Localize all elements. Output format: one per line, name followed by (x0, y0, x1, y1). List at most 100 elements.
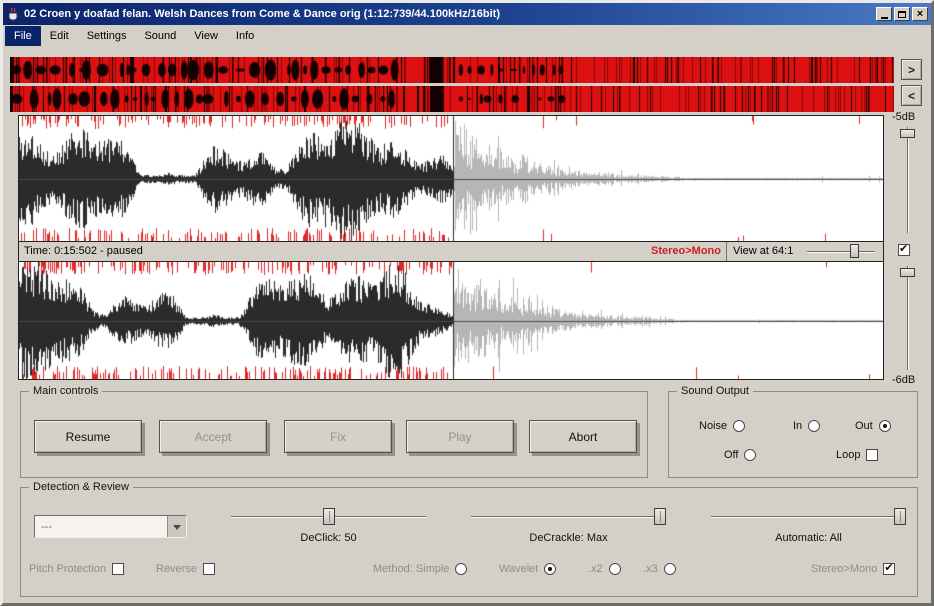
maximize-icon (898, 11, 906, 18)
automatic-slider-track (711, 516, 906, 518)
time-display: Time: 0:15:502 - paused (24, 245, 143, 257)
out-radio[interactable] (879, 420, 891, 432)
decrackle-slider-thumb[interactable] (654, 508, 666, 525)
wavelet-option: Wavelet (499, 563, 556, 575)
gain-slider-bottom-thumb[interactable] (900, 268, 915, 277)
view-zoom-label: View at 64:1 (733, 245, 793, 257)
declick-slider-thumb[interactable] (323, 508, 335, 525)
in-option: In (793, 420, 820, 432)
pitch-protection-label: Pitch Protection (29, 563, 106, 575)
out-option: Out (855, 420, 891, 432)
noise-label: Noise (699, 420, 727, 432)
overview-scroll-back-button[interactable]: < (901, 85, 922, 106)
preset-dropdown[interactable]: --- (34, 515, 187, 538)
in-label: In (793, 420, 802, 432)
method-simple-label: Method: Simple (373, 563, 449, 575)
play-button[interactable]: Play (406, 420, 514, 453)
gain-slider-top-track (907, 127, 909, 233)
minimize-icon (881, 17, 888, 19)
waveform-right-channel[interactable] (18, 261, 884, 380)
gain-slider-bottom-track (907, 266, 909, 370)
off-option: Off (724, 449, 756, 461)
stereo-mono-option: Stereo>Mono (811, 563, 895, 575)
sound-output-group: Sound Output Noise In Out Off Loop (668, 391, 918, 478)
abort-button[interactable]: Abort (529, 420, 637, 453)
loop-checkbox[interactable] (866, 449, 878, 461)
app-window: 02 Croen y doafad felan. Welsh Dances fr… (0, 0, 934, 606)
overview-left-channel[interactable] (10, 57, 894, 83)
view-zoom-slider-thumb[interactable] (850, 244, 859, 258)
x2-option: .x2 (588, 563, 621, 575)
channel-link-checkbox[interactable] (898, 244, 910, 256)
preset-dropdown-value: --- (35, 516, 167, 537)
title-bar[interactable]: 02 Croen y doafad felan. Welsh Dances fr… (3, 3, 931, 25)
pitch-protection-option: Pitch Protection (29, 563, 124, 575)
reverse-option: Reverse (156, 563, 215, 575)
off-label: Off (724, 449, 738, 461)
detection-review-group: Detection & Review --- DeClick: 50 DeCra… (20, 487, 918, 597)
wavelet-radio[interactable] (544, 563, 556, 575)
x2-radio[interactable] (609, 563, 621, 575)
view-zoom-slider[interactable] (807, 244, 879, 259)
overview-scroll-forward-button[interactable]: > (901, 59, 922, 80)
decrackle-slider[interactable] (471, 508, 666, 526)
x3-option: .x3 (643, 563, 676, 575)
view-zoom-slider-track (807, 251, 875, 253)
close-button[interactable]: × (912, 7, 928, 21)
main-controls-group: Main controls Resume Accept Fix Play Abo… (20, 391, 648, 478)
menu-item-info[interactable]: Info (227, 26, 263, 46)
menu-item-settings[interactable]: Settings (78, 26, 136, 46)
x2-label: .x2 (588, 563, 603, 575)
maximize-button[interactable] (894, 7, 910, 21)
in-radio[interactable] (808, 420, 820, 432)
waveform-left-channel[interactable] (18, 115, 884, 242)
loop-label: Loop (836, 449, 860, 461)
java-app-icon (6, 7, 20, 21)
x3-radio[interactable] (664, 563, 676, 575)
method-simple-option: Method: Simple (373, 563, 467, 575)
pitch-protection-checkbox[interactable] (112, 563, 124, 575)
window-title: 02 Croen y doafad felan. Welsh Dances fr… (24, 8, 872, 20)
sound-output-title: Sound Output (677, 385, 753, 397)
off-radio[interactable] (744, 449, 756, 461)
chevron-down-icon[interactable] (167, 516, 186, 537)
reverse-checkbox[interactable] (203, 563, 215, 575)
menu-item-edit[interactable]: Edit (41, 26, 78, 46)
menu-bar: File Edit Settings Sound View Info (3, 25, 931, 47)
stereo-mono-label: Stereo>Mono (811, 563, 877, 575)
declick-slider[interactable] (231, 508, 426, 526)
main-controls-title: Main controls (29, 385, 102, 397)
x3-label: .x3 (643, 563, 658, 575)
gain-top-label: -5dB (892, 111, 932, 123)
decrackle-slider-track (471, 516, 666, 518)
wavelet-label: Wavelet (499, 563, 538, 575)
decrackle-label: DeCrackle: Max (471, 532, 666, 544)
fix-button[interactable]: Fix (284, 420, 392, 453)
out-label: Out (855, 420, 873, 432)
automatic-slider-thumb[interactable] (894, 508, 906, 525)
automatic-label: Automatic: All (711, 532, 906, 544)
reverse-label: Reverse (156, 563, 197, 575)
loop-option: Loop (836, 449, 878, 461)
gain-slider-top[interactable] (900, 127, 916, 233)
accept-button[interactable]: Accept (159, 420, 267, 453)
gain-bottom-label: -6dB (892, 374, 932, 386)
declick-label: DeClick: 50 (231, 532, 426, 544)
overview-right-channel[interactable] (10, 86, 894, 112)
noise-radio[interactable] (733, 420, 745, 432)
gain-slider-top-thumb[interactable] (900, 129, 915, 138)
gain-slider-bottom[interactable] (900, 266, 916, 370)
view-zoom-panel: View at 64:1 (726, 242, 883, 261)
automatic-slider[interactable] (711, 508, 906, 526)
stereo-mono-checkbox[interactable] (883, 563, 895, 575)
menu-item-file[interactable]: File (5, 26, 41, 46)
noise-option: Noise (699, 420, 745, 432)
menu-item-view[interactable]: View (185, 26, 227, 46)
menu-item-sound[interactable]: Sound (135, 26, 185, 46)
resume-button[interactable]: Resume (34, 420, 142, 453)
status-bar: Time: 0:15:502 - paused Stereo>Mono View… (18, 242, 884, 261)
stereo-mono-indicator: Stereo>Mono (651, 245, 721, 257)
method-simple-radio[interactable] (455, 563, 467, 575)
detection-review-title: Detection & Review (29, 481, 133, 493)
minimize-button[interactable] (876, 7, 892, 21)
